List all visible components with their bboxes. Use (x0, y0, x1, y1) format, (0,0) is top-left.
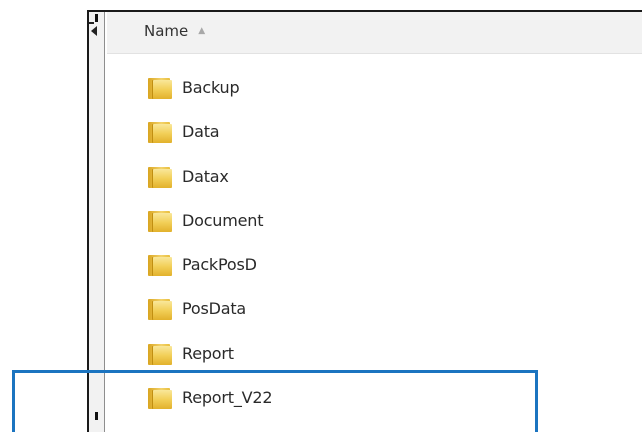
folder-row-document[interactable]: Document (107, 202, 642, 246)
folder-row-report[interactable]: Report (107, 335, 642, 379)
folder-row-posdata[interactable]: PosData (107, 290, 642, 334)
folder-name: Report_V22 (182, 388, 273, 408)
folder-row-data[interactable]: Data (107, 113, 642, 157)
file-explorer-pane: Name ▲ Backup Data Datax Document PackPo… (87, 10, 642, 432)
folder-name: Datax (182, 166, 229, 186)
folder-icon (148, 121, 174, 144)
folder-row-report-v22[interactable]: Report_V22 (107, 379, 642, 423)
navigation-pane-edge[interactable] (89, 12, 105, 432)
folder-name: Data (182, 122, 220, 142)
pane-collapse-arrow-icon[interactable] (91, 26, 97, 36)
splitter-tick (89, 22, 94, 24)
folder-list: Backup Data Datax Document PackPosD PosD… (107, 69, 642, 423)
column-header-bar: Name ▲ (107, 12, 642, 54)
folder-icon (148, 254, 174, 277)
folder-icon (148, 298, 174, 321)
folder-icon (148, 387, 174, 410)
folder-row-packposd[interactable]: PackPosD (107, 246, 642, 290)
folder-icon (148, 343, 174, 365)
column-header-name[interactable]: Name ▲ (144, 22, 205, 40)
folder-icon (148, 77, 174, 99)
splitter-grip-bottom (95, 412, 98, 420)
folder-name: Report (182, 343, 234, 363)
splitter-grip-top (95, 14, 98, 22)
folder-icon (148, 166, 174, 188)
folder-name: PosData (182, 299, 247, 319)
folder-name: Backup (182, 78, 240, 97)
folder-row-backup[interactable]: Backup (107, 69, 642, 113)
folder-row-datax[interactable]: Datax (107, 158, 642, 202)
folder-name: PackPosD (182, 255, 257, 275)
folder-icon (148, 210, 174, 232)
folder-name: Document (182, 210, 264, 230)
screenshot-stage: Name ▲ Backup Data Datax Document PackPo… (0, 0, 642, 432)
sort-ascending-icon: ▲ (198, 25, 206, 36)
column-header-name-label: Name (144, 22, 189, 40)
